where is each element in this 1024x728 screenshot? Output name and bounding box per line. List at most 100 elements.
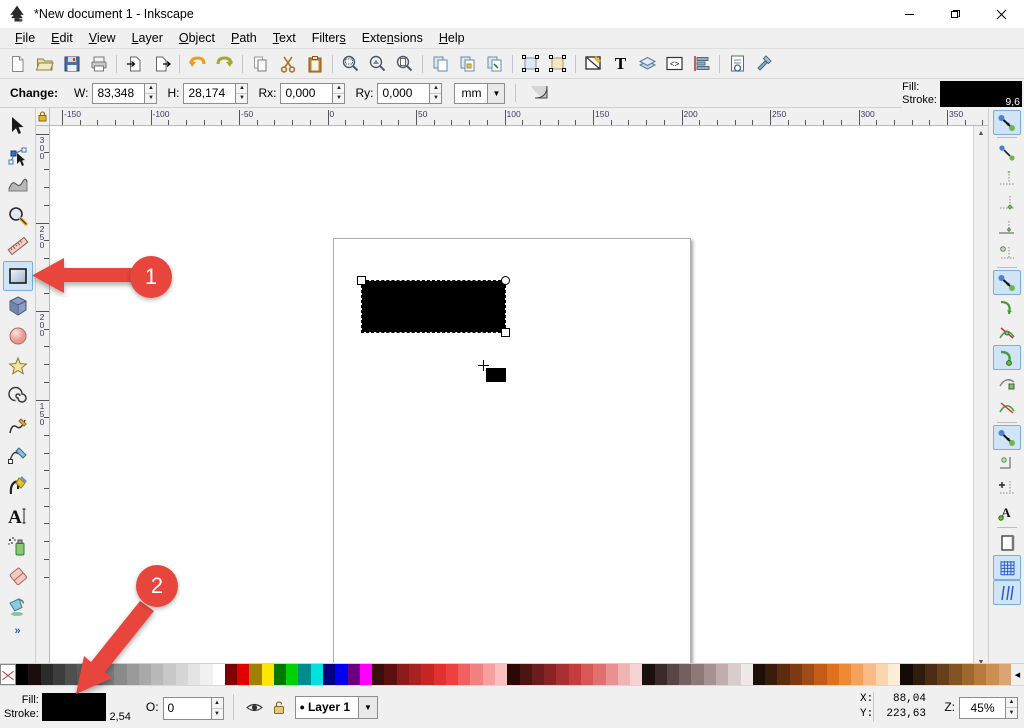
spiral-tool[interactable] — [3, 381, 33, 411]
rx-spin-up[interactable]: ▲ — [333, 84, 345, 94]
snap-paths-button[interactable] — [993, 295, 1021, 320]
palette-swatch[interactable] — [261, 664, 274, 685]
resize-handle-top-left[interactable] — [357, 276, 366, 285]
palette-swatch[interactable] — [458, 664, 471, 685]
selector-tool[interactable] — [3, 111, 33, 141]
palette-swatch[interactable] — [703, 664, 717, 685]
xml-editor-icon[interactable]: <> — [662, 51, 687, 76]
group-icon[interactable] — [518, 51, 543, 76]
palette-scroll-left[interactable]: ◀ — [1011, 664, 1024, 685]
snap-text-baseline-button[interactable]: A — [993, 500, 1021, 525]
layer-lock-icon[interactable] — [269, 697, 289, 717]
make-corners-sharp-icon[interactable] — [526, 81, 551, 106]
rx-input[interactable]: 0,000 — [280, 82, 333, 104]
ry-spin-up[interactable]: ▲ — [430, 84, 442, 94]
palette-swatch[interactable] — [691, 664, 704, 685]
maximize-button[interactable] — [932, 0, 978, 28]
palette-swatch[interactable] — [273, 664, 287, 685]
unlink-clone-icon[interactable] — [482, 51, 507, 76]
spray-tool[interactable] — [3, 531, 33, 561]
palette-swatch[interactable] — [335, 664, 348, 685]
rounding-handle-top-right[interactable] — [501, 276, 510, 285]
snap-line-midpoints-button[interactable] — [993, 395, 1021, 420]
horizontal-ruler[interactable]: -150 -100 -50 0 50 100 150 200 250 300 350 — [50, 108, 988, 126]
palette-swatch[interactable] — [384, 664, 397, 685]
scroll-up-arrow[interactable]: ▲ — [974, 126, 989, 141]
ruler-lock-icon[interactable] — [36, 108, 50, 126]
enable-snapping-button[interactable] — [992, 110, 1021, 135]
ungroup-icon[interactable] — [545, 51, 570, 76]
snap-others-button[interactable] — [992, 425, 1021, 450]
paintbucket-tool[interactable] — [3, 591, 33, 621]
height-spin-buttons[interactable]: ▲ ▼ — [235, 82, 249, 104]
menu-object[interactable]: Object — [171, 29, 223, 47]
palette-swatch[interactable] — [187, 664, 201, 685]
fill-swatch-top[interactable] — [940, 80, 1022, 94]
palette-swatch[interactable] — [445, 664, 459, 685]
undo-icon[interactable] — [185, 51, 210, 76]
cut-icon[interactable] — [275, 51, 300, 76]
palette-swatch[interactable] — [961, 664, 974, 685]
palette-swatch[interactable] — [716, 664, 729, 685]
zoom-spin-down[interactable]: ▼ — [1006, 708, 1017, 718]
menu-layer[interactable]: Layer — [124, 29, 171, 47]
palette-swatch[interactable] — [200, 664, 213, 685]
snap-object-centers-button[interactable] — [993, 450, 1021, 475]
close-button[interactable] — [978, 0, 1024, 28]
redo-icon[interactable] — [212, 51, 237, 76]
width-input[interactable]: 83,348 — [92, 82, 145, 104]
menu-path[interactable]: Path — [223, 29, 265, 47]
copy-icon[interactable] — [248, 51, 273, 76]
import-icon[interactable] — [122, 51, 147, 76]
palette-swatch[interactable] — [642, 664, 655, 685]
chevron-down-icon[interactable]: ▼ — [487, 82, 506, 104]
eraser-tool[interactable] — [3, 561, 33, 591]
palette-swatch[interactable] — [789, 664, 802, 685]
vertical-scrollbar[interactable]: ▲ ▼ — [973, 126, 988, 670]
palette-swatch[interactable] — [937, 664, 950, 685]
palette-swatch[interactable] — [237, 664, 250, 685]
zoom-selection-icon[interactable] — [338, 51, 363, 76]
height-spinner[interactable]: 28,174 ▲ ▼ — [183, 82, 249, 104]
print-document-icon[interactable] — [86, 51, 111, 76]
width-spinner[interactable]: 83,348 ▲ ▼ — [92, 82, 158, 104]
palette-swatch[interactable] — [617, 664, 631, 685]
snap-bbox-corners-button[interactable] — [993, 190, 1021, 215]
palette-swatch[interactable] — [556, 664, 569, 685]
menu-help[interactable]: Help — [431, 29, 473, 47]
palette-swatch[interactable] — [838, 664, 852, 685]
ry-spin-buttons[interactable]: ▲ ▼ — [429, 82, 443, 104]
export-icon[interactable] — [149, 51, 174, 76]
palette-swatch[interactable] — [630, 664, 643, 685]
palette-swatch[interactable] — [752, 664, 766, 685]
canvas[interactable] — [50, 126, 988, 685]
snap-bbox-edges-button[interactable] — [993, 165, 1021, 190]
menu-filters[interactable]: Filters — [304, 29, 354, 47]
palette-swatch[interactable] — [605, 664, 618, 685]
rectangle-shape[interactable] — [362, 281, 505, 332]
width-spin-buttons[interactable]: ▲ ▼ — [144, 82, 158, 104]
star-tool[interactable] — [3, 351, 33, 381]
duplicate-icon[interactable] — [428, 51, 453, 76]
palette-swatch[interactable] — [359, 664, 373, 685]
palette-swatch[interactable] — [814, 664, 827, 685]
menu-edit[interactable]: Edit — [43, 29, 81, 47]
ellipse-tool[interactable] — [3, 321, 33, 351]
layer-chevron-down-icon[interactable]: ▼ — [358, 695, 378, 719]
palette-swatch[interactable] — [249, 664, 262, 685]
resize-handle-bottom-right[interactable] — [501, 328, 510, 337]
text-properties-icon[interactable]: T — [608, 51, 633, 76]
zoom-spinner[interactable]: 45% ▲ ▼ — [959, 696, 1018, 719]
palette-swatch[interactable] — [851, 664, 864, 685]
preferences-icon[interactable] — [752, 51, 777, 76]
palette-swatch[interactable] — [482, 664, 495, 685]
menu-text[interactable]: Text — [265, 29, 304, 47]
new-document-icon[interactable] — [5, 51, 30, 76]
snap-rotation-centers-button[interactable] — [993, 475, 1021, 500]
palette-none-swatch[interactable] — [0, 664, 16, 685]
align-distribute-icon[interactable] — [689, 51, 714, 76]
rx-spin-down[interactable]: ▼ — [333, 94, 344, 103]
palette-swatch[interactable] — [310, 664, 324, 685]
palette-swatch[interactable] — [875, 664, 888, 685]
height-input[interactable]: 28,174 — [183, 82, 236, 104]
